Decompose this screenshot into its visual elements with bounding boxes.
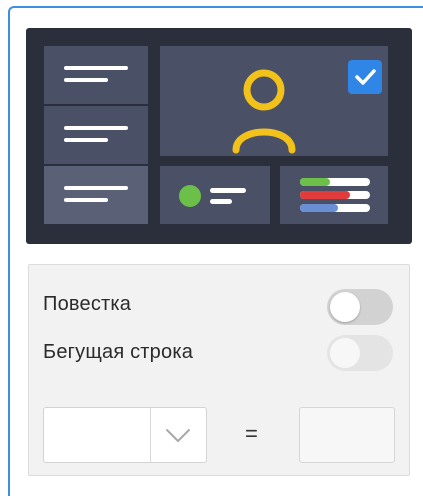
preview-tile-text-3	[44, 166, 148, 224]
preview-checkbox[interactable]	[348, 60, 382, 94]
equals-sign: =	[245, 421, 258, 446]
status-dot-icon	[179, 185, 246, 207]
color-bars-icon	[300, 178, 370, 212]
checkmark-icon	[355, 69, 376, 85]
toggle-knob	[330, 338, 360, 368]
layout-preview	[26, 28, 412, 244]
settings-panel: Повестка Бегущая строка =	[28, 264, 410, 476]
ticker-toggle[interactable]	[327, 335, 393, 371]
ticker-label: Бегущая строка	[43, 341, 194, 363]
preview-avatar-tile	[160, 46, 388, 156]
toggle-knob	[330, 292, 360, 322]
result-field	[299, 407, 395, 463]
agenda-toggle[interactable]	[327, 289, 393, 325]
preview-tile-status	[160, 166, 270, 224]
value-select[interactable]	[43, 407, 207, 463]
preview-tile-bars	[280, 166, 388, 224]
agenda-label: Повестка	[43, 293, 132, 315]
preview-tile-text-1	[44, 46, 148, 104]
chevron-down-icon[interactable]	[150, 408, 206, 462]
preview-tile-text-2	[44, 106, 148, 164]
